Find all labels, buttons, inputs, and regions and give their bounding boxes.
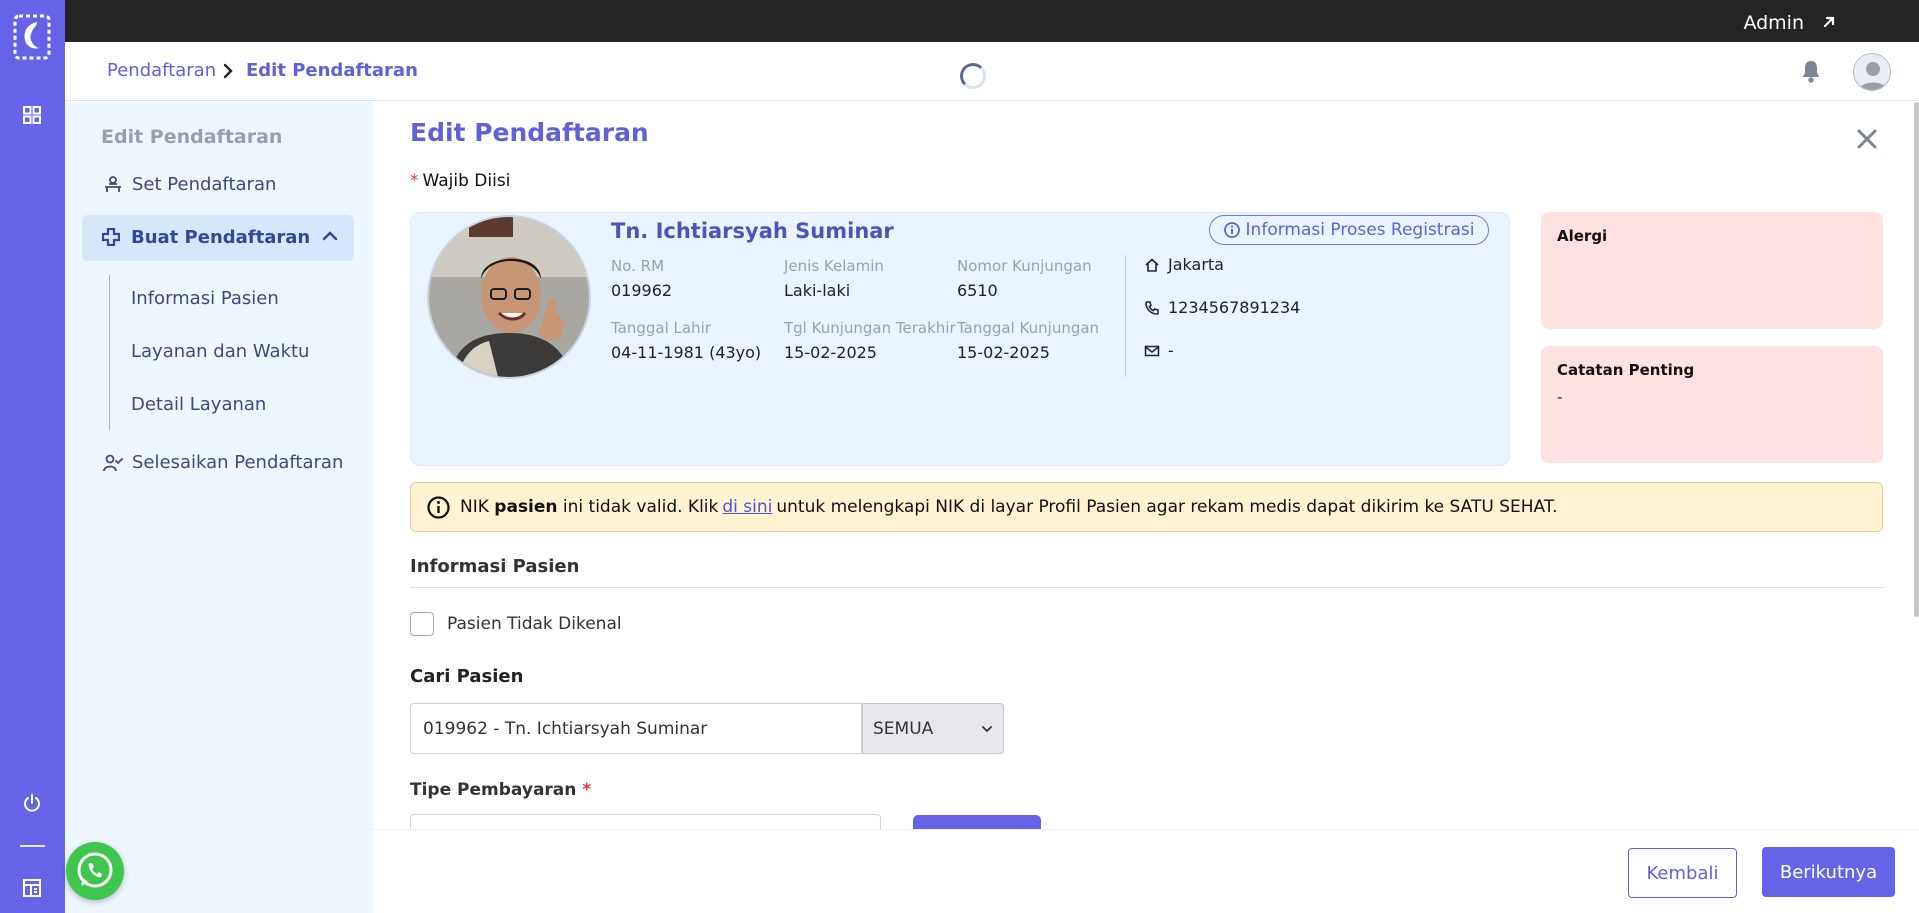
visit-date-value: 15-02-2025: [957, 343, 1050, 362]
whatsapp-button[interactable]: [66, 842, 124, 900]
registration-info-button[interactable]: Informasi Proses Registrasi: [1209, 215, 1489, 245]
important-notes-card: Catatan Penting -: [1541, 346, 1883, 463]
sidenav-subitem-detail-layanan[interactable]: Detail Layanan: [131, 394, 266, 415]
patient-name: Tn. Ichtiarsyah Suminar: [611, 219, 894, 243]
dob-label: Tanggal Lahir: [611, 319, 711, 337]
notes-value: -: [1557, 388, 1563, 406]
home-icon: [1145, 258, 1159, 272]
registration-sidenav: Edit Pendaftaran Set Pendaftaran Buat Pe…: [65, 102, 373, 913]
app-rail: [0, 0, 65, 913]
patient-city-value: Jakarta: [1168, 255, 1224, 274]
card-divider: [1125, 255, 1126, 377]
patient-phone: 1234567891234: [1144, 298, 1300, 317]
medical-cross-icon: [102, 228, 120, 246]
collapse-panel-icon[interactable]: [22, 878, 42, 898]
rail-divider: [20, 845, 45, 847]
whatsapp-icon: [77, 852, 113, 888]
patient-phone-value: 1234567891234: [1168, 298, 1301, 317]
sidenav-subitem-informasi-pasien[interactable]: Informasi Pasien: [131, 288, 279, 309]
complete-nik-link[interactable]: di sini: [722, 497, 772, 517]
user-check-icon: [103, 454, 123, 471]
sidenav-item-set-pendaftaran[interactable]: Set Pendaftaran: [103, 174, 276, 195]
sidenav-subitem-layanan-waktu[interactable]: Layanan dan Waktu: [131, 341, 309, 362]
chevron-up-icon[interactable]: [322, 229, 338, 243]
sidenav-item-buat-pendaftaran[interactable]: Buat Pendaftaran: [82, 215, 354, 261]
breadcrumb-root[interactable]: Pendaftaran: [107, 60, 216, 81]
nik-warning-banner: NIK pasien ini tidak valid. Klik di sini u…: [410, 482, 1883, 532]
search-scope-value: SEMUA: [873, 718, 934, 739]
top-bar: Admin: [0, 0, 1919, 42]
user-menu-label[interactable]: Admin: [1743, 12, 1804, 34]
required-note: * Wajib Diisi: [410, 171, 511, 191]
visit-number-value: 6510: [957, 281, 998, 300]
last-visit-label: Tgl Kunjungan Terakhir: [784, 319, 956, 337]
patient-city: Jakarta: [1144, 255, 1224, 274]
page-title: Edit Pendaftaran: [410, 118, 649, 147]
warning-prefix: NIK: [460, 497, 489, 517]
last-visit-value: 15-02-2025: [784, 343, 877, 362]
gender-value: Laki-laki: [784, 281, 851, 300]
sidenav-item-label: Buat Pendaftaran: [131, 227, 311, 248]
sidenav-title: Edit Pendaftaran: [101, 126, 283, 148]
no-rm-label: No. RM: [611, 257, 665, 275]
patient-photo: [427, 215, 591, 379]
mail-icon: [1144, 345, 1160, 356]
breadcrumb-current: Edit Pendaftaran: [246, 60, 418, 81]
dob-value: 04-11-1981 (43yo): [611, 343, 762, 362]
page-header: Pendaftaran Edit Pendaftaran: [65, 42, 1919, 101]
no-rm-value: 019962: [611, 281, 673, 300]
notes-title: Catatan Penting: [1557, 361, 1695, 379]
form-footer: Kembali Berikutnya: [373, 829, 1919, 913]
user-seat-icon: [105, 175, 121, 192]
main-content: Edit Pendaftaran * Wajib Diisi Tn. Ichtia…: [373, 102, 1919, 913]
patient-card: Tn. Ichtiarsyah Suminar Informasi Proses…: [410, 212, 1510, 466]
payment-type-label-text: Tipe Pembayaran: [410, 780, 577, 800]
required-note-text: Wajib Diisi: [422, 171, 511, 191]
info-circle-icon: [1223, 222, 1240, 238]
warning-bold: pasien: [494, 497, 558, 517]
next-button[interactable]: Berikutnya: [1762, 847, 1895, 897]
payment-type-label: Tipe Pembayaran *: [410, 780, 592, 800]
warning-mid: ini tidak valid. Klik: [562, 497, 719, 517]
sidenav-item-label: Selesaikan Pendaftaran: [132, 452, 344, 473]
registration-info-label: Informasi Proses Registrasi: [1245, 220, 1475, 240]
patient-email: -: [1144, 341, 1174, 360]
user-avatar-icon: [1859, 62, 1887, 90]
submenu-line: [109, 275, 110, 430]
visit-number-label: Nomor Kunjungan: [957, 257, 1092, 275]
allergy-card: Alergi: [1541, 212, 1883, 329]
patient-email-value: -: [1168, 341, 1174, 360]
loading-spinner-icon: [960, 63, 986, 89]
sidenav-item-label: Set Pendaftaran: [132, 174, 277, 195]
chevron-right-icon: [223, 63, 233, 79]
unknown-patient-toggle[interactable]: Pasien Tidak Dikenal: [410, 612, 622, 636]
warning-suffix: untuk melengkapi NIK di layar Profil Pas…: [776, 497, 1558, 517]
section-title-informasi-pasien: Informasi Pasien: [410, 556, 580, 577]
sidenav-item-selesaikan[interactable]: Selesaikan Pendaftaran: [103, 452, 343, 473]
external-link-icon[interactable]: [1819, 12, 1839, 32]
visit-date-label: Tanggal Kunjungan: [957, 319, 1100, 337]
unknown-patient-label: Pasien Tidak Dikenal: [447, 614, 622, 634]
search-scope-select[interactable]: SEMUA: [862, 703, 1004, 754]
patient-photo-image: [429, 217, 589, 377]
unknown-patient-checkbox[interactable]: [410, 612, 434, 636]
dashboard-grid-icon[interactable]: [23, 106, 41, 124]
scrollbar[interactable]: [1914, 102, 1919, 617]
search-patient-label: Cari Pasien: [410, 666, 524, 687]
power-icon[interactable]: [22, 793, 42, 813]
back-button[interactable]: Kembali: [1628, 848, 1737, 898]
phone-icon: [1145, 300, 1159, 315]
gender-label: Jenis Kelamin: [784, 257, 884, 275]
search-patient-input[interactable]: [410, 703, 862, 754]
app-logo-icon[interactable]: [13, 14, 51, 60]
notification-bell-icon[interactable]: [1799, 58, 1823, 84]
user-avatar[interactable]: [1853, 53, 1891, 91]
section-divider: [410, 587, 1883, 588]
chevron-down-icon: [982, 725, 992, 732]
close-icon[interactable]: [1856, 128, 1878, 150]
allergy-title: Alergi: [1557, 227, 1608, 245]
info-circle-icon: [427, 495, 450, 519]
